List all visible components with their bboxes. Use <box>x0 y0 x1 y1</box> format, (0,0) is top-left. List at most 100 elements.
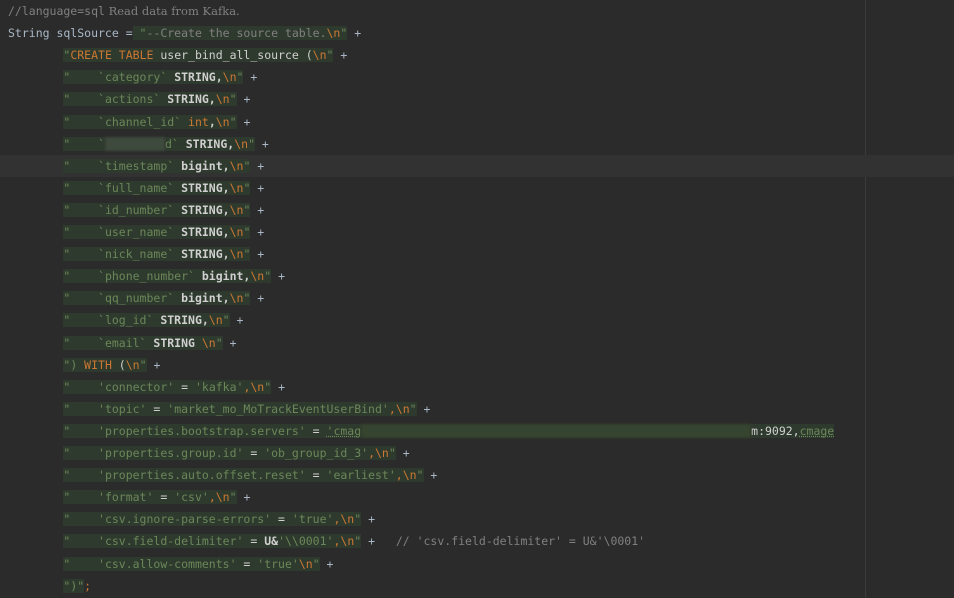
code-line[interactable]: " `nick_name` STRING,\n" + <box>0 243 954 265</box>
code-token: " <box>63 247 99 262</box>
code-token: = <box>236 556 258 571</box>
code-token: " <box>63 446 99 460</box>
code-token: `email` <box>98 335 147 350</box>
code-line[interactable]: " `id_number` STRING,\n" + <box>0 199 954 221</box>
code-token: STRING <box>146 335 202 350</box>
code-token: " <box>63 490 99 505</box>
code-token: " <box>63 512 99 527</box>
code-token: `category` <box>98 70 168 85</box>
code-token: Read data from Kafka. <box>104 4 240 18</box>
code-token: `user_name` <box>98 225 175 239</box>
code-token: bigint, <box>174 291 230 306</box>
code-token: `phone_number` <box>98 269 195 284</box>
code-token: " <box>388 446 396 460</box>
code-token: \n <box>340 534 355 549</box>
code-line[interactable]: " `user_name` STRING,\n" + <box>0 221 954 243</box>
code-line[interactable]: " 'format' = 'csv',\n" + <box>0 486 954 508</box>
code-line[interactable]: ")"; <box>0 575 954 597</box>
code-line[interactable]: " `email` STRING \n" + <box>0 332 954 354</box>
code-token: bigint, <box>174 158 230 173</box>
code-line[interactable]: " `actions` STRING,\n" + <box>0 88 954 110</box>
code-token: " <box>63 158 99 173</box>
code-token: `id_number` <box>98 202 175 217</box>
code-token: " <box>63 291 99 306</box>
code-line[interactable]: " 'properties.group.id' = 'ob_group_id_3… <box>0 442 954 464</box>
code-token: = <box>305 423 327 438</box>
code-line[interactable]: " `category` STRING,\n" + <box>0 66 954 88</box>
code-token: 'properties.group.id' <box>98 446 244 460</box>
code-token: ( <box>111 357 126 372</box>
code-token: user_bind_all_source ( <box>153 48 313 63</box>
code-line[interactable]: " 'topic' = 'market_mo_MoTrackEventUserB… <box>0 398 954 420</box>
code-token: " <box>63 180 99 195</box>
code-line[interactable]: " 'csv.allow-comments' = 'true'\n" + <box>0 553 954 575</box>
code-line[interactable]: " `log_id` STRING,\n" + <box>0 309 954 331</box>
code-token: \n <box>201 335 216 350</box>
code-token: `nick_name` <box>98 247 175 262</box>
code-line[interactable]: " 'properties.auto.offset.reset' = 'earl… <box>0 464 954 486</box>
code-token: CREATE TABLE <box>70 48 154 63</box>
code-token: " <box>63 225 99 239</box>
code-token: \n <box>215 114 230 129</box>
code-token: 'format' <box>98 490 154 505</box>
code-token: 'market_mo_MoTrackEventUserBind' <box>167 401 389 416</box>
code-token: " <box>312 556 320 571</box>
code-token: \n <box>222 70 237 85</box>
code-token: " <box>248 136 255 151</box>
code-token: //language=sql <box>8 4 105 18</box>
redacted-text <box>104 137 165 152</box>
code-token: + <box>236 114 251 129</box>
code-token: \n <box>340 512 355 527</box>
code-token: U& <box>264 534 279 549</box>
code-editor[interactable]: //language=sql Read data from Kafka. Stri… <box>0 0 954 598</box>
code-token: " <box>229 92 237 107</box>
code-token: 'csv.field-delimiter' <box>98 534 244 549</box>
code-token: `timestamp` <box>98 158 175 173</box>
code-token: bigint, <box>194 269 251 284</box>
code-token: + <box>236 92 251 107</box>
code-line[interactable]: String sqlSource = "--Create the source … <box>0 22 954 44</box>
code-line[interactable]: " ` d` STRING,\n" + <box>0 133 954 155</box>
code-token: " <box>63 423 99 438</box>
code-token: \n <box>229 291 244 306</box>
code-line[interactable]: "CREATE TABLE user_bind_all_source (\n" … <box>0 44 954 66</box>
code-token: + <box>319 556 334 571</box>
code-token: " <box>63 379 99 394</box>
code-token: cmage <box>799 423 835 438</box>
code-line[interactable]: " `qq_number` bigint,\n" + <box>0 287 954 309</box>
code-token: + <box>229 313 244 328</box>
code-line[interactable]: //language=sql Read data from Kafka. <box>0 0 954 22</box>
code-token: \n <box>402 468 417 483</box>
code-token: 'connector' <box>98 379 175 394</box>
code-token: " <box>63 136 99 151</box>
code-token: --Create the source table. <box>146 26 327 41</box>
code-token: STRING, <box>174 225 230 239</box>
code-line[interactable]: " 'csv.field-delimiter' = U&'\\0001',\n"… <box>0 530 954 552</box>
code-token: ` <box>98 136 105 151</box>
code-token: String sqlSource = <box>8 26 133 41</box>
code-line[interactable]: " 'properties.bootstrap.servers' = 'cmag… <box>0 420 954 442</box>
code-token: 'earliest' <box>326 468 396 483</box>
code-token: " <box>63 468 99 483</box>
code-line[interactable]: " 'csv.ignore-parse-errors' = 'true',\n"… <box>0 508 954 530</box>
code-token: \n <box>125 357 140 372</box>
code-line[interactable]: " 'connector' = 'kafka',\n" + <box>0 376 954 398</box>
code-token: // 'csv.field-delimiter' = U&'\0001' <box>375 534 646 549</box>
code-line[interactable]: " `full_name` STRING,\n" + <box>0 177 954 199</box>
code-line[interactable]: " `phone_number` bigint,\n" + <box>0 265 954 287</box>
code-token: + <box>333 48 348 63</box>
code-token: + <box>250 247 265 262</box>
code-line[interactable]: " `channel_id` int,\n" + <box>0 111 954 133</box>
code-line[interactable]: ") WITH (\n" + <box>0 354 954 376</box>
code-line[interactable]: " `timestamp` bigint,\n" + <box>0 154 954 177</box>
